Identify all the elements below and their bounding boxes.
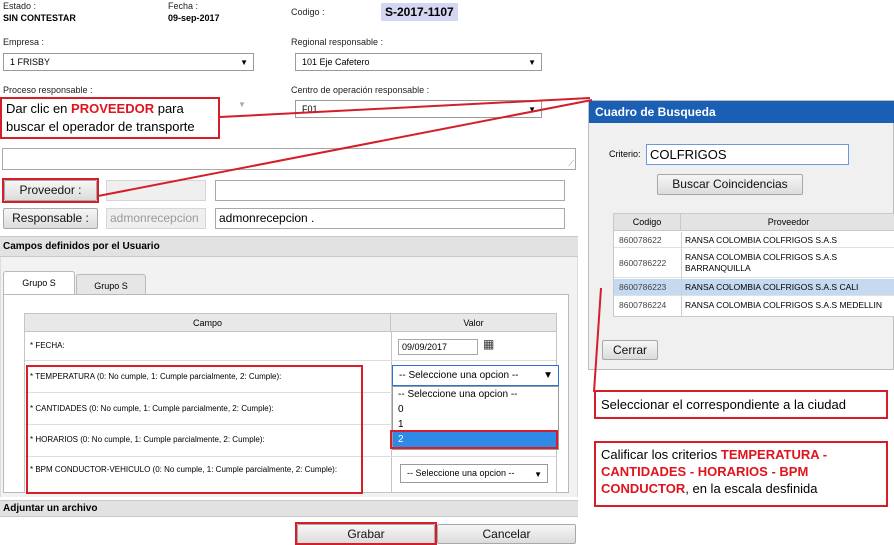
column-divider [681, 232, 682, 316]
codigo-label: Codigo : [291, 7, 325, 17]
proveedor-highlight-box [2, 178, 99, 203]
row-proveedor: RANSA COLOMBIA COLFRIGOS S.A.S MEDELLIN [685, 300, 882, 310]
adjuntar-section-header: Adjuntar un archivo [0, 500, 578, 517]
callout-text: Calificar los criterios [601, 447, 721, 462]
search-dialog: Cuadro de Busqueda Criterio: COLFRIGOS B… [588, 100, 894, 370]
dropdown-option[interactable]: -- Seleccione una opcion -- [393, 387, 558, 402]
chevron-down-icon: ▼ [528, 58, 536, 67]
empresa-select[interactable]: 1 FRISBY ▼ [3, 53, 254, 71]
tab-grupo-s-1[interactable]: Grupo S [3, 271, 75, 295]
calendar-icon[interactable]: ▦ [483, 337, 494, 351]
centro-select[interactable]: F01 ▼ [295, 100, 542, 118]
bpm-select[interactable]: -- Seleccione una opcion -- ▼ [400, 464, 548, 483]
proceso-label: Proceso responsable : [3, 85, 93, 95]
callout-proveedor: Dar clic en PROVEEDOR para buscar el ope… [0, 97, 220, 139]
col-codigo-header: Codigo [614, 214, 681, 231]
col-campo-header: Campo [25, 314, 391, 332]
campo-fecha-label: * FECHA: [30, 341, 65, 350]
estado-value: SIN CONTESTAR [3, 13, 76, 23]
proveedor-code-field [106, 180, 206, 201]
row-codigo: 860078622 [619, 235, 662, 245]
chevron-down-icon: ▼ [528, 105, 536, 114]
row-codigo: 8600786222 [619, 258, 667, 268]
buscar-coincidencias-button[interactable]: Buscar Coincidencias [657, 174, 803, 195]
tab-grupo-s-2[interactable]: Grupo S [76, 274, 146, 295]
table-row[interactable]: 860078622 RANSA COLOMBIA COLFRIGOS S.A.S [614, 232, 894, 248]
dropdown-option[interactable]: 0 [393, 402, 558, 417]
estado-label: Estado : [3, 1, 37, 11]
proceso-chevron-icon[interactable]: ▼ [238, 100, 246, 109]
regional-select[interactable]: 101 Eje Cafetero ▼ [295, 53, 542, 71]
row-divider [25, 360, 556, 361]
row-proveedor: RANSA COLOMBIA COLFRIGOS S.A.S CALI [685, 282, 859, 292]
bpm-value: -- Seleccione una opcion -- [407, 468, 515, 478]
col-valor-header: Valor [391, 314, 556, 332]
centro-label: Centro de operación responsable : [291, 85, 430, 95]
cancelar-button[interactable]: Cancelar [437, 524, 576, 544]
callout-highlight: PROVEEDOR [71, 101, 155, 116]
row-proveedor: RANSA COLOMBIA COLFRIGOS S.A.S [685, 235, 838, 245]
responsable-code-field: admonrecepcion [106, 208, 206, 229]
regional-value: 101 Eje Cafetero [302, 57, 370, 67]
col-proveedor-header: Proveedor [681, 214, 894, 231]
chevron-down-icon: ▼ [534, 470, 542, 479]
dialog-title: Cuadro de Busqueda [589, 101, 894, 123]
callout-text: , en la escala desfinida [685, 481, 818, 496]
responsable-button[interactable]: Responsable : [3, 208, 98, 229]
temperatura-select[interactable]: -- Seleccione una opcion -- ▼ [392, 365, 559, 386]
proveedor-name-field[interactable] [215, 180, 565, 201]
table-row-selected[interactable]: 8600786223 RANSA COLOMBIA COLFRIGOS S.A.… [614, 279, 894, 296]
fecha-input[interactable]: 09/09/2017 [398, 339, 478, 355]
table-row[interactable]: 8600786224 RANSA COLOMBIA COLFRIGOS S.A.… [614, 297, 894, 314]
cerrar-button[interactable]: Cerrar [602, 340, 658, 360]
criterios-highlight-box [26, 365, 363, 494]
codigo-value: S-2017-1107 [381, 3, 458, 21]
chevron-down-icon: ▼ [543, 370, 553, 381]
callout-ciudad: Seleccionar el correspondiente a la ciud… [594, 390, 888, 419]
chevron-down-icon: ▼ [240, 58, 248, 67]
row-codigo: 8600786224 [619, 300, 667, 310]
table-row[interactable]: 8600786222 RANSA COLOMBIA COLFRIGOS S.A.… [614, 249, 894, 278]
results-table: Codigo Proveedor 860078622 RANSA COLOMBI… [613, 213, 894, 317]
row-codigo: 8600786223 [619, 282, 667, 292]
proceso-textarea[interactable]: ⟋ [2, 148, 576, 170]
temperatura-value: -- Seleccione una opcion -- [399, 370, 519, 381]
regional-label: Regional responsable : [291, 37, 384, 47]
callout-text: Dar clic en [6, 101, 72, 116]
centro-value: F01 [302, 104, 318, 114]
fecha-label: Fecha : [168, 1, 199, 11]
row-proveedor: RANSA COLOMBIA COLFRIGOS S.A.S BARRANQUI… [685, 252, 838, 273]
responsable-name-field[interactable]: admonrecepcion . [215, 208, 565, 229]
resize-handle-icon[interactable]: ⟋ [568, 159, 574, 169]
empresa-label: Empresa : [3, 37, 45, 47]
criterio-label: Criterio: [609, 149, 641, 159]
callout-criterios: Calificar los criterios TEMPERATURA - CA… [594, 441, 888, 507]
fecha-value: 09-sep-2017 [168, 13, 220, 23]
campos-section-header: Campos definidos por el Usuario [0, 236, 578, 257]
criterio-input[interactable]: COLFRIGOS [646, 144, 849, 165]
empresa-value: 1 FRISBY [10, 57, 51, 67]
grabar-highlight-box [295, 522, 437, 545]
option-2-highlight-box [390, 430, 558, 449]
